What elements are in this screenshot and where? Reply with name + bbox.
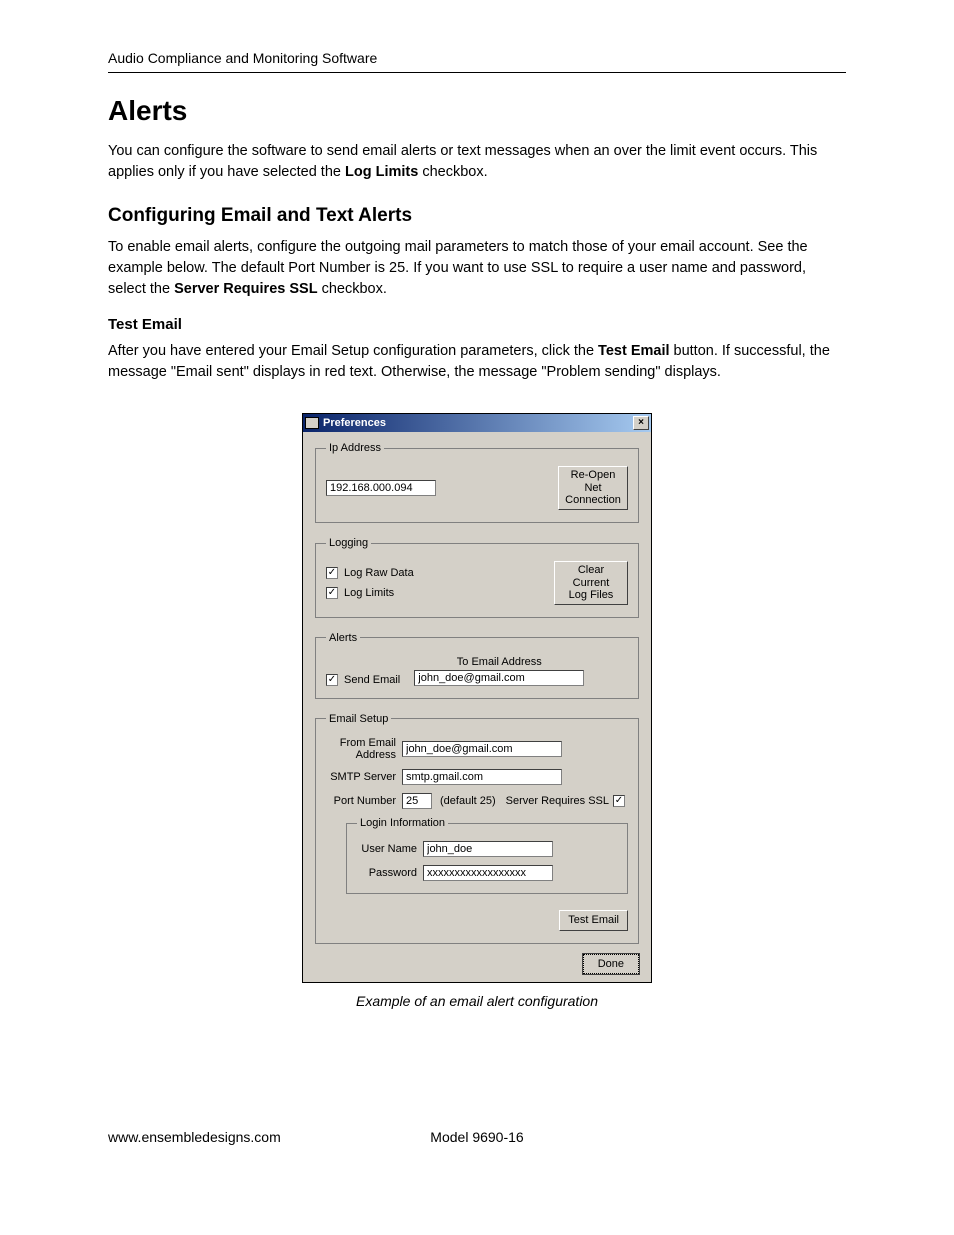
ssl-checkbox[interactable]: ✓ [613,795,625,807]
text: After you have entered your Email Setup … [108,343,598,359]
send-email-checkbox[interactable]: ✓ Send Email [326,674,400,686]
legend-email-setup: Email Setup [326,713,391,725]
page-header: Audio Compliance and Monitoring Software [108,50,846,73]
checkbox-label: Log Raw Data [344,567,414,579]
password-label: Password [357,867,423,879]
from-email-label: From Email Address [326,737,402,761]
btn-line: Re-Open Net [565,469,621,494]
username-input[interactable] [423,841,553,857]
port-input[interactable] [402,793,432,809]
group-logging: Logging ✓ Log Raw Data ✓ Log Limits [315,537,639,618]
btn-line: Connection [565,494,621,507]
legend-ip: Ip Address [326,442,384,454]
paragraph-test-email: After you have entered your Email Setup … [108,341,846,383]
group-alerts: Alerts ✓ Send Email To Email Address [315,632,639,699]
checkbox-label: Log Limits [344,587,394,599]
group-login-info: Login Information User Name Password [346,817,628,894]
group-email-setup: Email Setup From Email Address SMTP Serv… [315,713,639,944]
reopen-net-button[interactable]: Re-Open Net Connection [558,466,628,510]
figure-caption: Example of an email alert configuration [108,993,846,1009]
password-input[interactable] [423,865,553,881]
port-default-label: (default 25) [440,795,496,807]
smtp-label: SMTP Server [326,771,402,783]
to-email-input[interactable] [414,670,584,686]
dialog-title: Preferences [323,417,386,429]
checkbox-label: Send Email [344,674,400,686]
ip-address-input[interactable] [326,480,436,496]
app-icon [305,417,319,429]
ssl-label: Server Requires SSL [506,795,609,807]
test-email-button[interactable]: Test Email [559,910,628,931]
heading-configuring: Configuring Email and Text Alerts [108,205,846,227]
legend-logging: Logging [326,537,371,549]
port-label: Port Number [326,795,402,807]
text: From Email [326,737,396,749]
text: Address [326,749,396,761]
log-limits-checkbox[interactable]: ✓ Log Limits [326,587,414,599]
text: checkbox. [318,281,387,297]
smtp-input[interactable] [402,769,562,785]
legend-login: Login Information [357,817,448,829]
footer-model: Model 9690-16 [430,1129,523,1145]
footer-url: www.ensembledesigns.com [108,1129,281,1145]
checkbox-icon: ✓ [326,674,338,686]
from-email-input[interactable] [402,741,562,757]
close-icon[interactable]: × [633,416,649,430]
bold-ssl: Server Requires SSL [174,281,317,297]
text: checkbox. [418,164,487,180]
bold-log-limits: Log Limits [345,164,418,180]
heading-test-email: Test Email [108,316,846,333]
group-ip-address: Ip Address Re-Open Net Connection [315,442,639,523]
username-label: User Name [357,843,423,855]
heading-alerts: Alerts [108,95,846,127]
checkbox-icon: ✓ [326,567,338,579]
log-raw-data-checkbox[interactable]: ✓ Log Raw Data [326,567,414,579]
btn-line: Clear Current [561,564,621,589]
preferences-dialog: Preferences × Ip Address Re-Open Net Con… [302,413,652,983]
paragraph-intro: You can configure the software to send e… [108,141,846,183]
btn-line: Log Files [561,589,621,602]
titlebar[interactable]: Preferences × [303,414,651,432]
clear-log-button[interactable]: Clear Current Log Files [554,561,628,605]
paragraph-configuring: To enable email alerts, configure the ou… [108,237,846,300]
legend-alerts: Alerts [326,632,360,644]
to-email-label: To Email Address [414,656,584,668]
done-button[interactable]: Done [583,954,639,974]
checkbox-icon: ✓ [326,587,338,599]
bold-test-email: Test Email [598,343,669,359]
